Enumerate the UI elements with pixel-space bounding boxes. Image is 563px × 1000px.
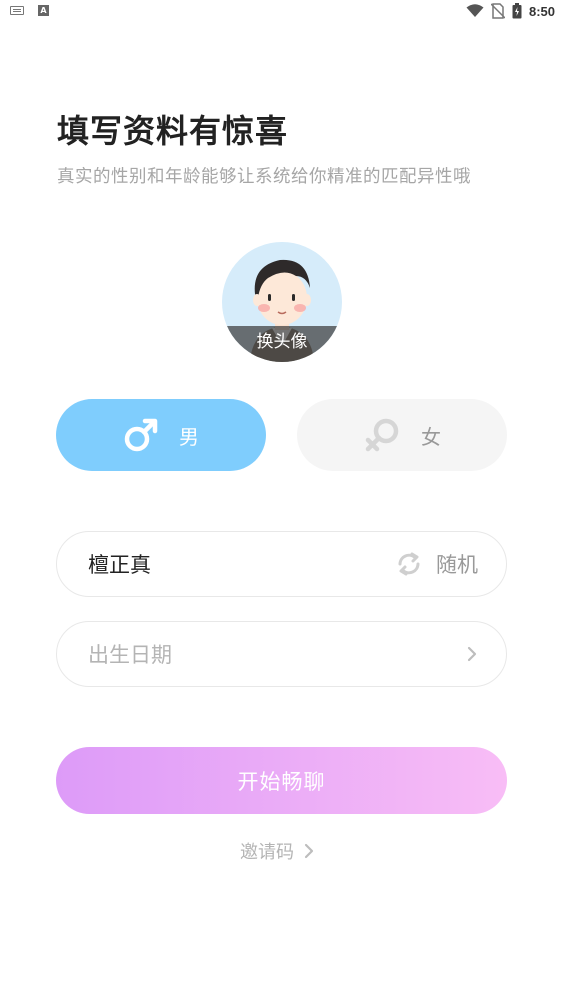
birthdate-field[interactable]: 出生日期 bbox=[56, 621, 507, 687]
start-chat-button[interactable]: 开始畅聊 bbox=[56, 747, 507, 814]
status-right-icons: 8:50 bbox=[466, 3, 555, 19]
chevron-right-icon bbox=[304, 843, 314, 859]
gender-female-button[interactable]: 女 bbox=[297, 399, 507, 471]
keyboard-icon bbox=[10, 6, 24, 15]
no-sim-icon bbox=[490, 3, 505, 19]
page-subtitle: 真实的性别和年龄能够让系统给你精准的匹配异性哦 bbox=[57, 167, 471, 187]
battery-icon bbox=[512, 3, 522, 19]
gender-male-button[interactable]: 男 bbox=[56, 399, 266, 471]
random-name-button[interactable]: 随机 bbox=[396, 549, 478, 579]
invite-code-link[interactable]: 邀请码 bbox=[240, 838, 314, 864]
status-left-icons: A bbox=[10, 5, 49, 16]
birthdate-placeholder: 出生日期 bbox=[88, 643, 172, 667]
status-bar: A 8:50 bbox=[0, 0, 563, 24]
chevron-right-icon bbox=[467, 646, 477, 662]
change-avatar-button[interactable]: 换头像 bbox=[222, 326, 342, 362]
a-icon: A bbox=[38, 5, 49, 16]
page-title: 填写资料有惊喜 bbox=[57, 112, 289, 150]
status-time: 8:50 bbox=[528, 3, 555, 19]
refresh-icon bbox=[398, 552, 420, 576]
male-icon bbox=[124, 418, 158, 452]
invite-code-label: 邀请码 bbox=[240, 842, 294, 863]
nickname-field[interactable]: 檀正真 随机 bbox=[56, 531, 507, 597]
nickname-value[interactable]: 檀正真 bbox=[88, 549, 396, 579]
gender-female-label: 女 bbox=[421, 424, 441, 449]
female-icon bbox=[365, 418, 399, 452]
random-label: 随机 bbox=[436, 553, 478, 577]
wifi-icon bbox=[466, 4, 484, 17]
avatar[interactable]: 换头像 bbox=[222, 242, 342, 362]
gender-male-label: 男 bbox=[179, 424, 199, 449]
